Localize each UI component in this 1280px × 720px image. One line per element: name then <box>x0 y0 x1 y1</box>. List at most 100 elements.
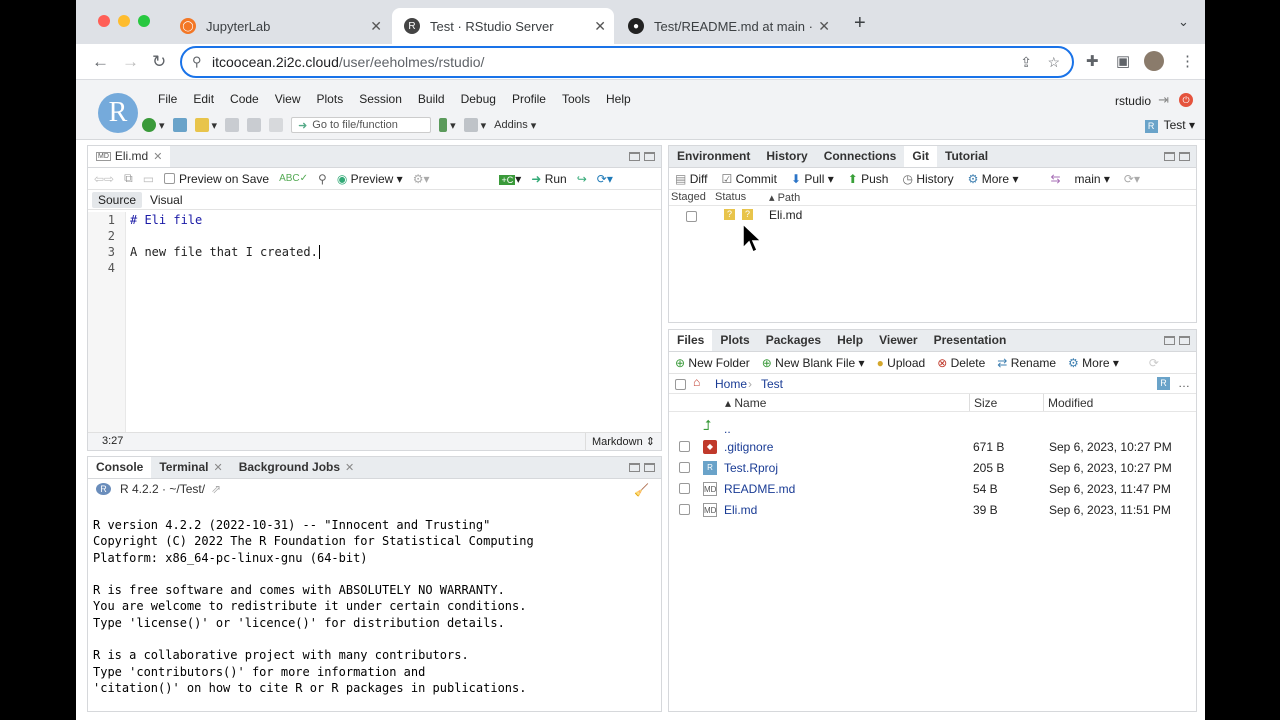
tab-plots[interactable]: Plots <box>712 330 757 351</box>
site-info-icon[interactable]: ⚲ <box>192 48 202 76</box>
preview-on-save-checkbox[interactable]: Preview on Save <box>164 172 269 186</box>
menu-help[interactable]: Help <box>598 92 639 106</box>
push-button[interactable]: ⬆ Push <box>848 172 889 186</box>
side-panel-icon[interactable]: ▣ <box>1116 52 1130 70</box>
upload-button[interactable]: ● Upload <box>877 356 926 370</box>
open-new-window-icon[interactable]: ⧉ <box>124 171 133 186</box>
menu-view[interactable]: View <box>267 92 309 106</box>
file-checkbox[interactable] <box>679 462 690 473</box>
more-button[interactable]: ⚙ More ▾ <box>1068 356 1119 370</box>
new-tab-button[interactable]: + <box>854 12 866 35</box>
save-all-button[interactable] <box>247 118 262 132</box>
print-button[interactable] <box>269 118 284 132</box>
editor-tab-eli-md[interactable]: MD Eli.md ✕ <box>88 146 171 167</box>
menu-code[interactable]: Code <box>222 92 267 106</box>
run-button[interactable]: ➜ Run <box>531 172 566 186</box>
forward-icon[interactable]: → <box>122 52 139 72</box>
menu-edit[interactable]: Edit <box>185 92 222 106</box>
select-all-checkbox[interactable] <box>675 379 686 390</box>
file-checkbox[interactable] <box>679 441 690 452</box>
new-folder-button[interactable]: ⊕ New Folder <box>675 356 750 370</box>
tab-connections[interactable]: Connections <box>816 146 905 167</box>
console-output[interactable]: R version 4.2.2 (2022-10-31) -- "Innocen… <box>88 509 661 709</box>
visual-mode-tab[interactable]: Visual <box>144 192 188 208</box>
tab-history[interactable]: History <box>758 146 815 167</box>
save-button[interactable] <box>225 118 240 132</box>
search-icon[interactable]: ⚲ <box>318 172 327 186</box>
url-input[interactable]: ⚲ itcoocean.2i2c.cloud/user/eeholmes/rst… <box>180 46 1074 78</box>
menu-file[interactable]: File <box>150 92 185 106</box>
go-to-directory-icon[interactable]: ⇗ <box>211 482 221 496</box>
reload-icon[interactable]: ↻ <box>152 52 166 72</box>
tab-background-jobs[interactable]: Background Jobs ✕ <box>231 457 363 478</box>
new-branch-icon[interactable]: ⇆ <box>1050 172 1060 186</box>
new-file-button[interactable]: ▾ <box>142 118 165 132</box>
parent-dir-row[interactable]: ⮥ .. <box>669 415 1196 436</box>
go-to-project-icon[interactable]: R <box>1157 377 1170 390</box>
file-checkbox[interactable] <box>679 483 690 494</box>
goto-file-input[interactable]: ➜ Go to file/function <box>291 117 432 133</box>
profile-avatar[interactable] <box>1144 51 1164 71</box>
minimize-window-button[interactable] <box>118 15 130 27</box>
tab-viewer[interactable]: Viewer <box>871 330 925 351</box>
breadcrumb-folder[interactable]: Test <box>761 377 783 391</box>
tab-environment[interactable]: Environment <box>669 146 758 167</box>
refresh-icon[interactable]: ⟳▾ <box>1124 172 1140 186</box>
back-icon[interactable]: ← <box>92 52 109 72</box>
pull-button[interactable]: ⬇ Pull ▾ <box>791 172 834 186</box>
rename-button[interactable]: ⇄ Rename <box>997 356 1056 370</box>
col-modified[interactable]: Modified <box>1043 394 1097 411</box>
source-mode-tab[interactable]: Source <box>92 191 143 208</box>
menu-session[interactable]: Session <box>351 92 410 106</box>
close-window-button[interactable] <box>98 15 110 27</box>
gear-icon[interactable]: ⚙▾ <box>413 172 430 186</box>
spellcheck-icon[interactable]: ABC✓ <box>279 173 308 184</box>
insert-chunk-button[interactable]: +C ▾ <box>499 172 521 186</box>
col-size[interactable]: Size <box>969 394 1001 411</box>
rerun-icon[interactable]: ↪ <box>577 172 587 186</box>
file-row[interactable]: ◆ .gitignore 671 B Sep 6, 2023, 10:27 PM <box>669 436 1196 457</box>
bookmark-star-icon[interactable]: ☆ <box>1047 48 1060 76</box>
share-icon[interactable]: ⇪ <box>1020 48 1032 76</box>
col-name[interactable]: ▴ Name <box>725 396 766 410</box>
publish-icon[interactable]: ⟳▾ <box>597 172 613 186</box>
more-button[interactable]: ⚙ More ▾ <box>968 172 1019 186</box>
breadcrumb-home[interactable]: Home <box>715 377 747 391</box>
tab-tutorial[interactable]: Tutorial <box>937 146 996 167</box>
staged-checkbox[interactable] <box>686 211 697 222</box>
file-type-select[interactable]: Markdown ⇕ <box>584 433 661 450</box>
commit-button[interactable]: ☑ Commit <box>721 172 776 186</box>
file-row[interactable]: MD README.md 54 B Sep 6, 2023, 11:47 PM <box>669 478 1196 499</box>
history-button[interactable]: ◷ History <box>902 172 953 186</box>
delete-button[interactable]: ⊗ Delete <box>937 356 985 370</box>
code-editor[interactable]: 1 2 3 4 # Eli file A new file that I cre… <box>88 212 661 432</box>
close-tab-icon[interactable]: ✕ <box>818 18 830 35</box>
tab-git[interactable]: Git <box>904 146 938 167</box>
menu-debug[interactable]: Debug <box>453 92 504 106</box>
extensions-icon[interactable]: ✚ <box>1086 52 1099 70</box>
close-tab-icon[interactable]: ✕ <box>345 461 354 474</box>
tab-console[interactable]: Console <box>88 457 152 478</box>
col-status[interactable]: Status <box>715 191 746 203</box>
tab-terminal[interactable]: Terminal ✕ <box>151 457 230 478</box>
vcs-button[interactable]: ▾ <box>439 118 456 132</box>
refresh-icon[interactable]: ⟳ <box>1149 356 1159 370</box>
project-menu[interactable]: R Test ▾ <box>1144 118 1195 133</box>
menu-profile[interactable]: Profile <box>504 92 554 106</box>
pane-minmax[interactable] <box>1164 152 1190 161</box>
browser-menu-icon[interactable]: ⋮ <box>1180 52 1195 70</box>
addins-button[interactable]: Addins ▾ <box>494 119 536 132</box>
tab-files[interactable]: Files <box>669 330 713 351</box>
pane-minmax[interactable] <box>629 463 655 472</box>
menu-build[interactable]: Build <box>410 92 453 106</box>
tab-packages[interactable]: Packages <box>758 330 829 351</box>
tab-presentation[interactable]: Presentation <box>926 330 1015 351</box>
file-row[interactable]: R Test.Rproj 205 B Sep 6, 2023, 10:27 PM <box>669 457 1196 478</box>
browser-tab-github[interactable]: ● Test/README.md at main · eeh ✕ <box>616 8 838 44</box>
pane-layout-button[interactable]: ▾ <box>463 118 486 132</box>
col-path[interactable]: ▴ Path <box>769 191 800 204</box>
ellipsis-icon[interactable]: … <box>1178 376 1190 390</box>
browser-tab-rstudio[interactable]: R Test · RStudio Server ✕ <box>392 8 614 44</box>
branch-select[interactable]: main ▾ <box>1075 172 1110 186</box>
col-staged[interactable]: Staged <box>671 191 706 203</box>
